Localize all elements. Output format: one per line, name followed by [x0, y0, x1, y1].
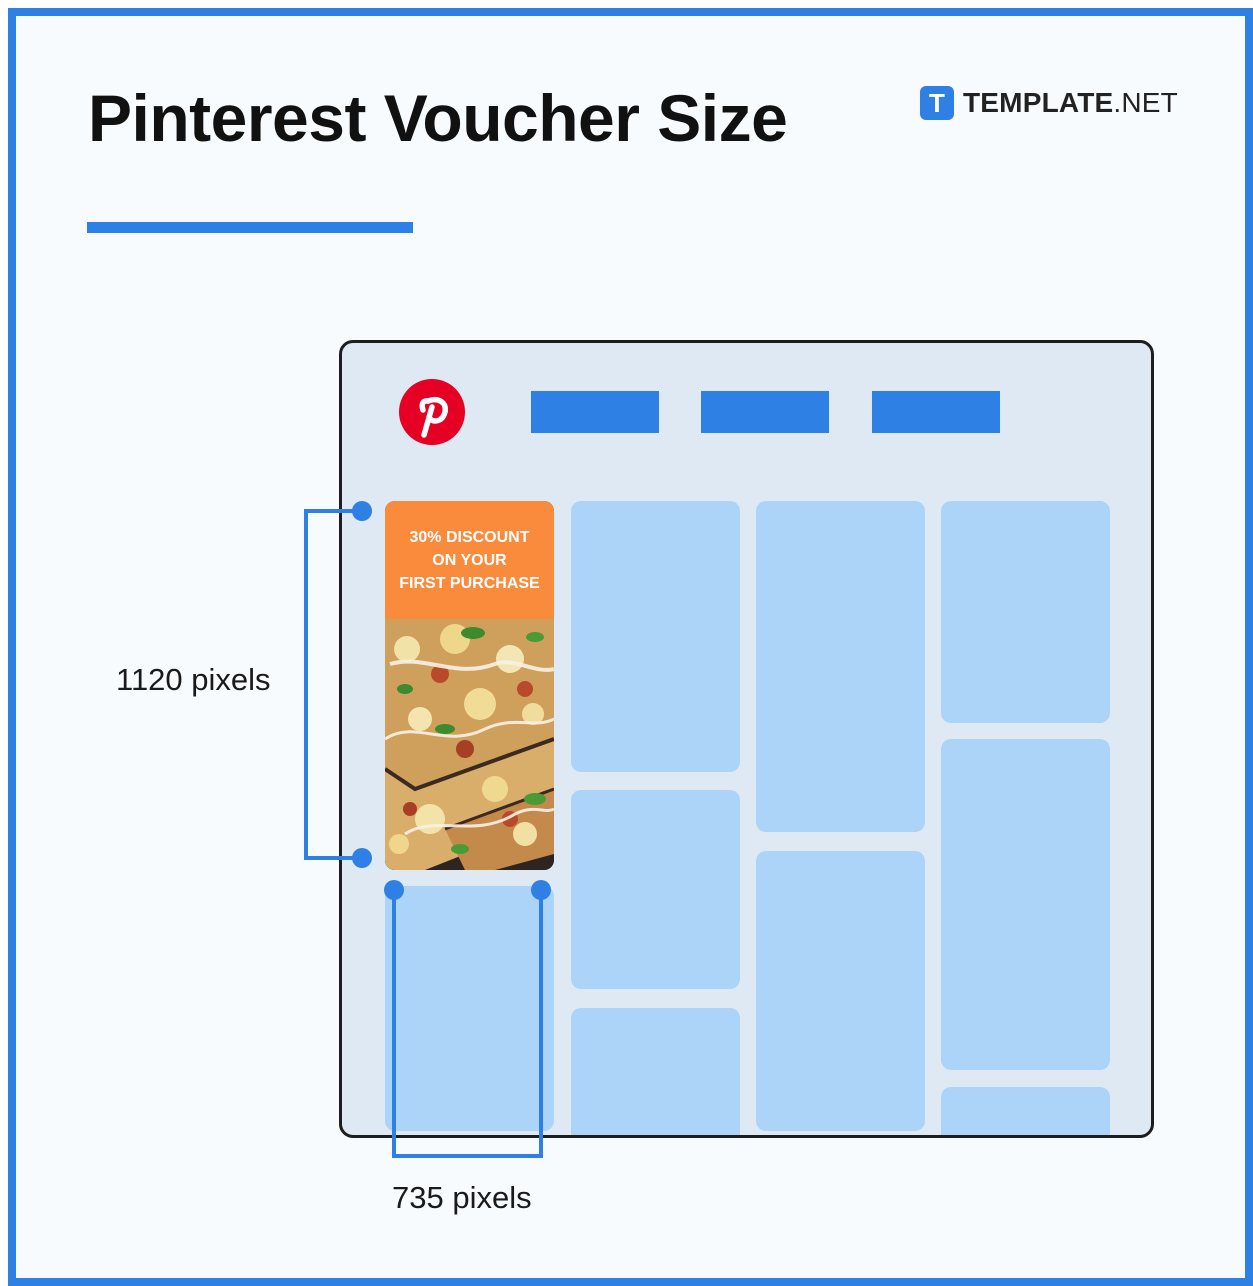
height-dimension-label: 1120 pixels: [116, 662, 271, 697]
pin-placeholder: [385, 886, 554, 1131]
page-title: Pinterest Voucher Size: [88, 81, 788, 155]
pizza-photo: [385, 619, 554, 870]
nav-placeholder-3: [872, 391, 1000, 433]
voucher-banner: 30% DISCOUNT ON YOUR FIRST PURCHASE: [385, 501, 554, 619]
pin-placeholder: [756, 501, 925, 832]
brand-name-rest: .NET: [1113, 87, 1178, 118]
pinterest-mockup-window: 30% DISCOUNT ON YOUR FIRST PURCHASE: [339, 340, 1154, 1138]
title-underline: [87, 222, 413, 233]
pin-placeholder: [756, 851, 925, 1131]
pin-placeholder: [571, 790, 740, 989]
voucher-text: 30% DISCOUNT ON YOUR FIRST PURCHASE: [399, 528, 540, 592]
pin-placeholder: [941, 501, 1110, 723]
pin-placeholder: [941, 739, 1110, 1070]
voucher-pin: 30% DISCOUNT ON YOUR FIRST PURCHASE: [385, 501, 554, 870]
width-dimension-label: 735 pixels: [392, 1180, 532, 1215]
template-logo-icon: T: [920, 86, 954, 120]
pin-placeholder: [571, 501, 740, 772]
template-brand: T TEMPLATE.NET: [920, 85, 1178, 121]
nav-placeholder-1: [531, 391, 659, 433]
brand-name-bold: TEMPLATE: [963, 87, 1114, 118]
brand-name: TEMPLATE.NET: [963, 87, 1178, 119]
pinterest-logo-icon: [399, 379, 465, 445]
nav-placeholder-2: [701, 391, 829, 433]
pin-placeholder: [571, 1008, 740, 1135]
pin-placeholder: [941, 1087, 1110, 1135]
